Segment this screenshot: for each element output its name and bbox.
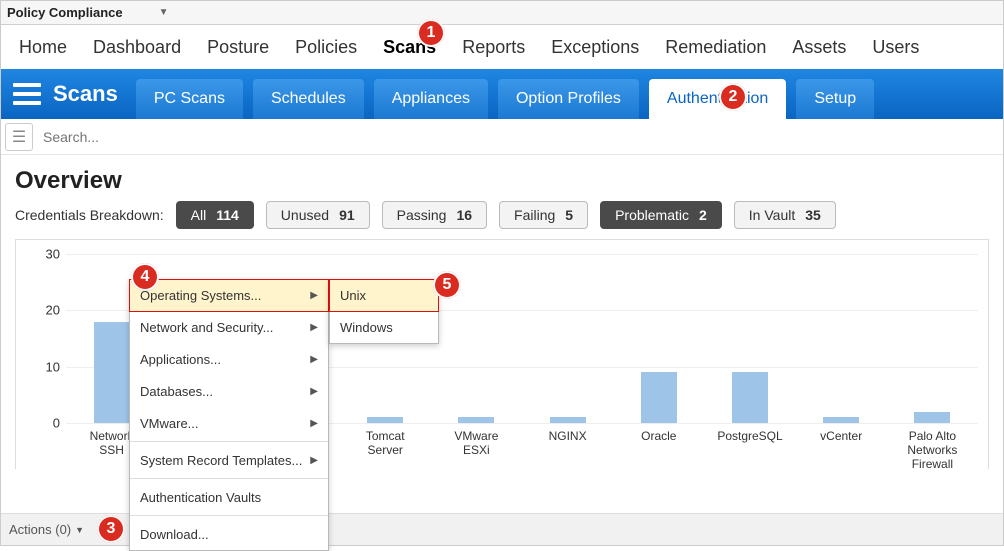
overview-section: Overview Credentials Breakdown: All114 U… [1,155,1003,229]
chart-bar[interactable] [94,322,130,423]
os-submenu: UnixWindows [329,279,439,344]
list-view-icon[interactable]: ☰ [5,123,33,151]
nav-exceptions[interactable]: Exceptions [551,37,639,58]
pill-all[interactable]: All114 [176,201,254,229]
search-input[interactable] [37,120,1003,154]
submenu-arrow-icon: ▶ [310,354,318,365]
menu-item[interactable]: Authentication Vaults [130,481,328,513]
chart-ytick: 20 [46,303,60,318]
menu-item-label: Network and Security... [140,320,273,335]
breakdown-label: Credentials Breakdown: [15,207,164,223]
menu-item-label: Applications... [140,352,221,367]
submenu-arrow-icon: ▶ [310,322,318,333]
menu-item[interactable]: Network and Security... ▶ [130,311,328,343]
main-nav: Home Dashboard Posture Policies Scans Re… [1,25,1003,69]
callout-1: 1 [417,19,445,47]
menu-item[interactable]: Applications... ▶ [130,343,328,375]
new-context-menu: Operating Systems...▶Network and Securit… [129,279,329,551]
menu-item[interactable]: Databases... ▶ [130,375,328,407]
actions-button[interactable]: Actions (0)▼ [9,522,84,537]
nav-assets[interactable]: Assets [792,37,846,58]
submenu-arrow-icon: ▶ [310,290,318,301]
chevron-down-icon: ▼ [75,525,84,535]
chart-ytick: 0 [53,416,60,431]
tab-option-profiles[interactable]: Option Profiles [498,79,639,119]
chart-y-axis: 0102030 [16,254,66,423]
chart-xlabel: Palo AltoNetworksFirewall [897,429,967,471]
menu-item-label: Databases... [140,384,213,399]
nav-policies[interactable]: Policies [295,37,357,58]
submenu-item[interactable]: Windows [330,311,438,343]
nav-remediation[interactable]: Remediation [665,37,766,58]
pill-passing[interactable]: Passing16 [382,201,487,229]
app-switcher-bar: Policy Compliance ▼ [1,1,1003,25]
chart-bar[interactable] [367,417,403,423]
nav-reports[interactable]: Reports [462,37,525,58]
menu-item-label: Download... [140,527,209,542]
menu-item[interactable]: VMware... ▶ [130,407,328,439]
pill-unused[interactable]: Unused91 [266,201,370,229]
sub-nav: Scans PC Scans Schedules Appliances Opti… [1,69,1003,119]
chart-xlabel: NGINX [533,429,603,443]
menu-item-label: System Record Templates... [140,453,302,468]
nav-users[interactable]: Users [872,37,919,58]
callout-3: 3 [97,515,125,543]
menu-item-label: Operating Systems... [140,288,261,303]
nav-dashboard[interactable]: Dashboard [93,37,181,58]
submenu-arrow-icon: ▶ [310,386,318,397]
nav-posture[interactable]: Posture [207,37,269,58]
menu-item[interactable]: System Record Templates... ▶ [130,444,328,476]
callout-4: 4 [131,263,159,291]
chart-xlabel: vCenter [806,429,876,443]
pill-failing[interactable]: Failing5 [499,201,588,229]
submenu-item[interactable]: Unix [329,279,439,312]
chevron-down-icon[interactable]: ▼ [159,7,169,18]
tab-authentication[interactable]: Authentication [649,79,786,119]
menu-item-label: Authentication Vaults [140,490,261,505]
search-row: ☰ [1,119,1003,155]
chart-xlabel: TomcatServer [350,429,420,457]
chart-ytick: 10 [46,359,60,374]
chart-bar[interactable] [458,417,494,423]
submenu-arrow-icon: ▶ [310,418,318,429]
submenu-arrow-icon: ▶ [310,455,318,466]
chart-bar[interactable] [823,417,859,423]
menu-item-label: VMware... [140,416,199,431]
tab-appliances[interactable]: Appliances [374,79,488,119]
chart-xlabel: PostgreSQL [715,429,785,443]
pill-invault[interactable]: In Vault35 [734,201,836,229]
callout-5: 5 [433,271,461,299]
chart-xlabel: Oracle [624,429,694,443]
menu-item[interactable]: Operating Systems... ▶ [129,279,329,312]
page-title: Overview [15,167,989,195]
chart-bar[interactable] [914,412,950,423]
nav-home[interactable]: Home [19,37,67,58]
app-name: Policy Compliance [7,5,123,20]
sub-nav-title: Scans [53,81,118,107]
tab-pc-scans[interactable]: PC Scans [136,79,243,119]
tab-setup[interactable]: Setup [796,79,874,119]
tab-schedules[interactable]: Schedules [253,79,364,119]
chart-bar[interactable] [641,372,677,423]
chart-bar[interactable] [550,417,586,423]
chart-xlabel: VMwareESXi [441,429,511,457]
callout-2: 2 [719,83,747,111]
chart-bar[interactable] [732,372,768,423]
menu-item[interactable]: Download... [130,518,328,550]
list-icon [13,83,41,105]
pill-problematic[interactable]: Problematic2 [600,201,722,229]
chart-ytick: 30 [46,247,60,262]
